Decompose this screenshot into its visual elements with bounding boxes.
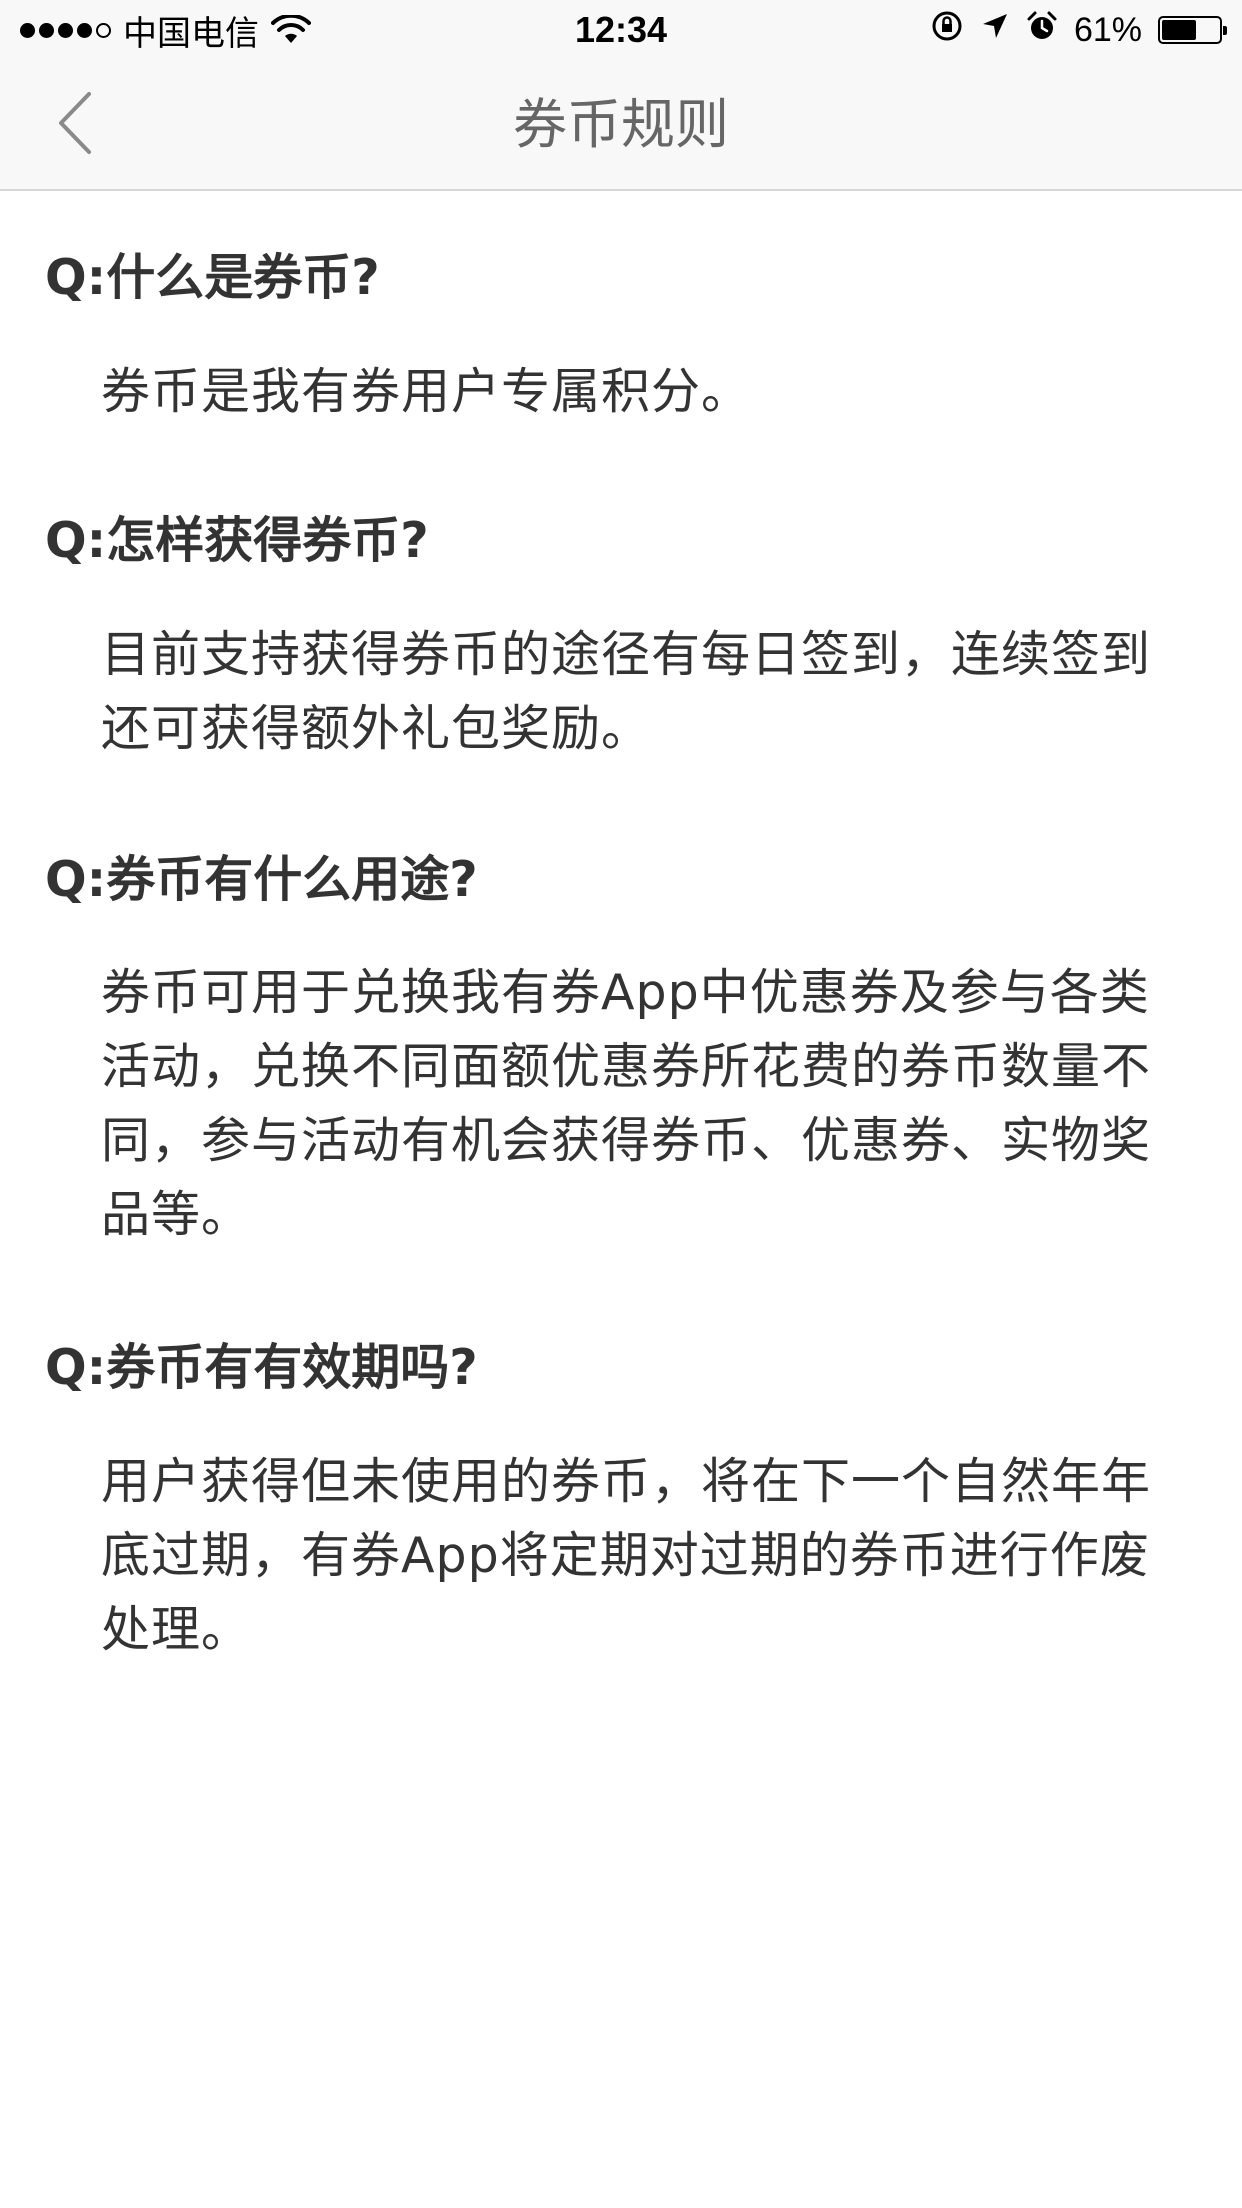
status-bar: 中国电信 12:34 61% <box>0 0 1242 60</box>
navigation-bar: 券币规则 <box>0 60 1242 191</box>
status-right: 61% <box>930 0 1227 60</box>
alarm-icon <box>1026 10 1058 51</box>
faq-answer: 目前支持获得券币的途径有每日签到，连续签到还可获得额外礼包奖励。 <box>101 626 1152 757</box>
location-icon <box>980 11 1010 50</box>
faq-question: Q:什么是券币? <box>45 249 380 306</box>
faq-question: Q:券币有有效期吗? <box>45 1339 478 1396</box>
battery-icon <box>1158 16 1227 44</box>
battery-level <box>1162 20 1196 40</box>
faq-answer: 券币可用于兑换我有券App中优惠券及参与各类活动，兑换不同面额优惠券所花费的券币… <box>101 964 1152 1243</box>
faq-answer: 用户获得但未使用的券币，将在下一个自然年年底过期，有券App将定期对过期的券币进… <box>101 1453 1152 1658</box>
faq-question: Q:怎样获得券币? <box>45 512 429 569</box>
rotation-lock-icon <box>930 9 964 52</box>
faq-question: Q:券币有什么用途? <box>45 851 478 908</box>
faq-answer: 券币是我有券用户专属积分。 <box>101 363 752 420</box>
battery-percent: 61% <box>1073 10 1142 49</box>
page-title: 券币规则 <box>513 93 729 156</box>
